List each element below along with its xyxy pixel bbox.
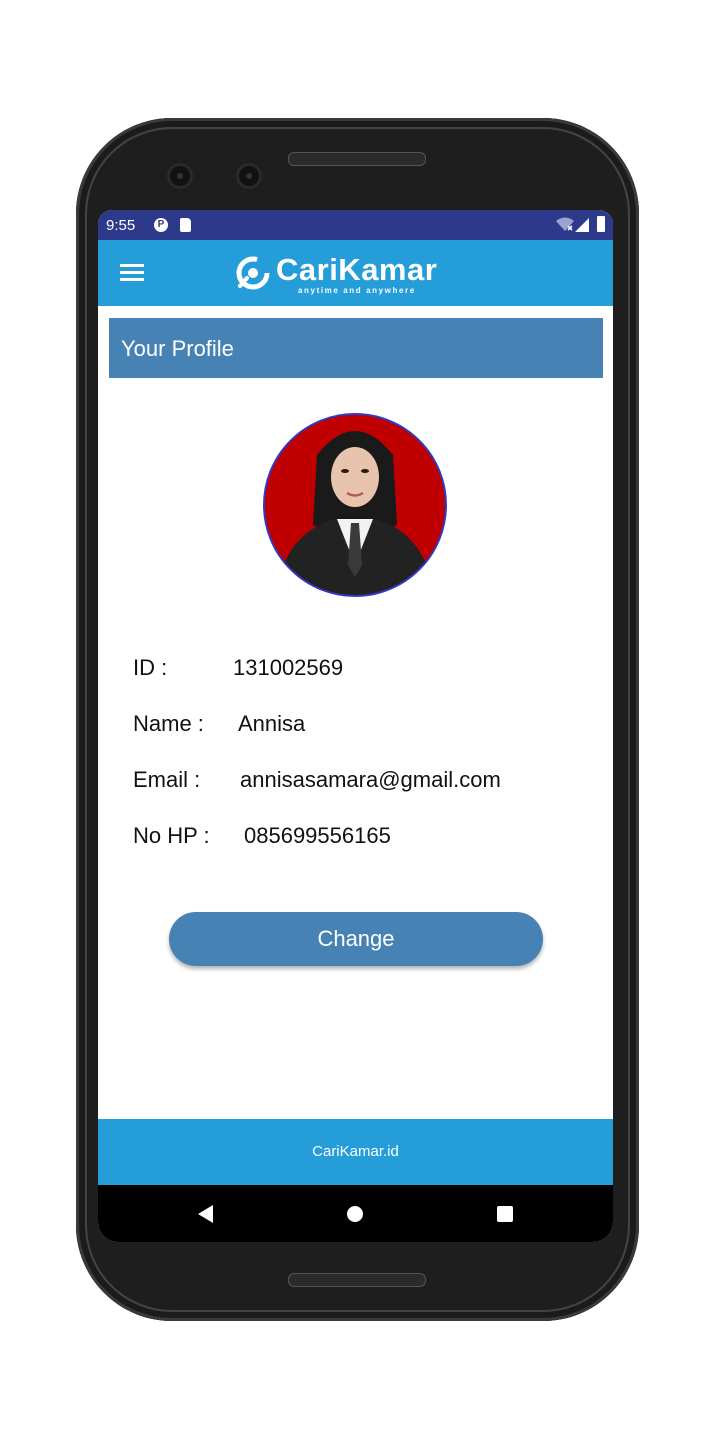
earpiece-speaker — [288, 152, 426, 166]
system-nav-bar — [98, 1185, 613, 1242]
profile-photo — [265, 415, 445, 595]
front-camera — [170, 166, 190, 186]
app-logo: CariKamar anytime and anywhere — [236, 252, 466, 298]
profile-section-header: Your Profile — [109, 318, 603, 378]
app-screen: 9:55 P CariKamar anytime and anywhere Yo… — [98, 210, 613, 1242]
notification-icon: P — [154, 218, 168, 232]
id-value: 131002569 — [233, 655, 344, 680]
phone-label: No HP : — [133, 823, 210, 848]
battery-icon — [597, 216, 605, 232]
name-label: Name : — [133, 711, 204, 736]
id-label: ID : — [133, 655, 168, 680]
email-value: annisasamara@gmail.com — [240, 767, 501, 792]
sd-card-icon — [180, 218, 191, 232]
wifi-icon — [556, 217, 574, 231]
home-icon[interactable] — [347, 1206, 363, 1222]
status-bar: 9:55 P — [98, 210, 613, 240]
status-time: 9:55 — [106, 217, 136, 234]
page-title: Your Profile — [121, 336, 234, 361]
back-icon[interactable] — [198, 1205, 213, 1223]
phone-value: 085699556165 — [244, 823, 391, 848]
logo-mark-icon — [236, 256, 270, 290]
menu-icon[interactable] — [120, 263, 144, 283]
app-bar: CariKamar anytime and anywhere — [98, 240, 613, 306]
logo-text: CariKamar — [276, 252, 438, 287]
name-value: Annisa — [238, 711, 306, 736]
signal-icon — [575, 218, 589, 232]
footer: CariKamar.id — [98, 1119, 613, 1185]
change-button[interactable]: Change — [169, 912, 543, 966]
front-sensor — [239, 166, 259, 186]
bottom-speaker — [288, 1273, 426, 1287]
avatar — [263, 413, 447, 597]
logo-tagline: anytime and anywhere — [298, 286, 416, 295]
recents-icon[interactable] — [497, 1206, 513, 1222]
email-label: Email : — [133, 767, 201, 792]
phone-frame: 9:55 P CariKamar anytime and anywhere Yo… — [76, 118, 639, 1321]
footer-text: CariKamar.id — [312, 1143, 399, 1160]
